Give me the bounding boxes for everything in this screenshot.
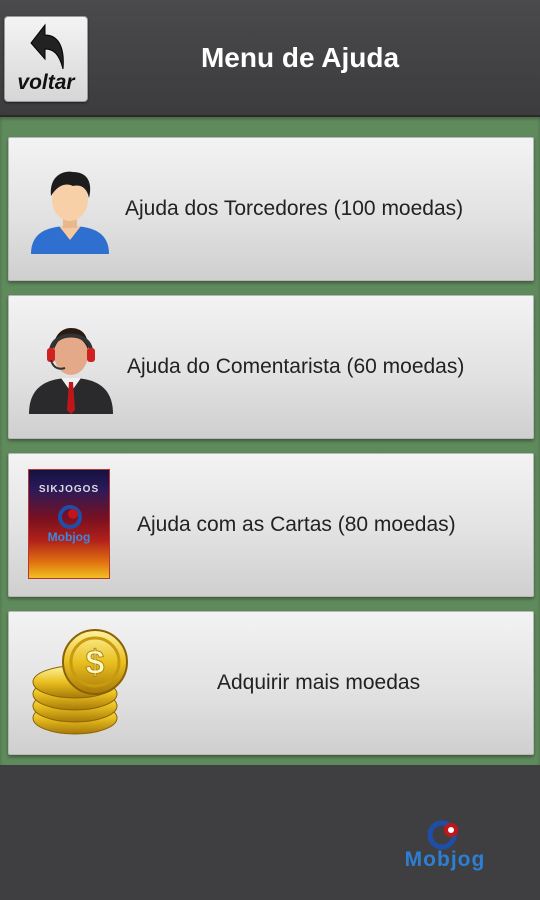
menu-item-moedas[interactable]: $ Adquirir mais moedas [8,611,534,755]
menu-item-label: Ajuda com as Cartas (80 moedas) [137,513,456,536]
mobjog-logo-icon [58,505,82,529]
commentator-headset-icon [29,328,113,414]
back-button-label: voltar [17,71,75,94]
fan-person-icon [31,171,109,254]
menu-item-torcedores[interactable]: Ajuda dos Torcedores (100 moedas) [8,137,534,281]
card-brand-text: Mobjog [47,530,91,544]
menu-panel: Ajuda dos Torcedores (100 moedas) Ajuda … [0,117,540,765]
coin-stack-icon: $ [32,629,128,735]
mobjog-logo-icon [427,820,458,850]
menu-item-label: Ajuda dos Torcedores (100 moedas) [125,197,464,220]
footer-brand-text: Mobjog [404,848,486,871]
menu-item-label: Adquirir mais moedas [217,671,421,694]
card-top-text: SIKJOGOS [38,484,100,495]
footer-brand-logo: Mobjog [385,818,505,878]
menu-item-comentarista[interactable]: Ajuda do Comentarista (60 moedas) [8,295,534,439]
menu-item-label: Ajuda do Comentarista (60 moedas) [127,355,465,378]
svg-text:$: $ [86,644,105,682]
card-deck-icon: SIKJOGOS Mobjog [28,469,110,579]
menu-item-cartas[interactable]: SIKJOGOS Mobjog Ajuda com as Cartas (80 … [8,453,534,597]
page-title: Menu de Ajuda [200,42,400,73]
app-header: voltar Menu de Ajuda [0,0,540,117]
